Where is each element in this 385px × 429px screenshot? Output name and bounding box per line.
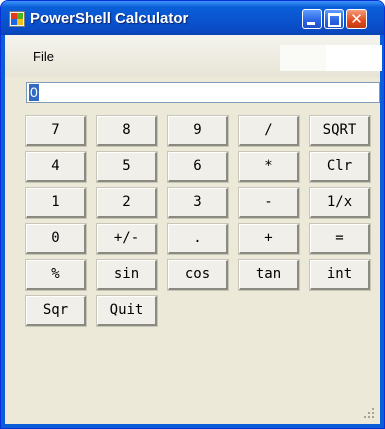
client-area: File 0 7 8 9 / SQRT 4 5 6 * Clr 1 2 3-1/x 0 +/-. + =% sin… [5, 35, 382, 424]
key-sin-button[interactable]: sin [96, 259, 158, 291]
key-4-button[interactable]: 4 [25, 151, 87, 183]
app-icon[interactable] [9, 11, 25, 27]
display-field[interactable]: 0 [26, 82, 380, 103]
menu-bar: File [5, 35, 382, 77]
key-clr-button[interactable]: Clr [309, 151, 371, 183]
key-int-button[interactable]: int [309, 259, 371, 291]
key-sqrt-button[interactable]: SQRT [309, 115, 371, 147]
maximize-icon [328, 13, 341, 27]
key-3-button[interactable]: 3 [167, 187, 229, 219]
key-2-button[interactable]: 2 [96, 187, 158, 219]
key-quit-button[interactable]: Quit [96, 295, 158, 327]
minimize-button[interactable] [302, 9, 322, 29]
key-7-button[interactable]: 7 [25, 115, 87, 147]
key-cos-button[interactable]: cos [167, 259, 229, 291]
display-value: 0 [29, 84, 39, 101]
key-divide-button[interactable]: / [238, 115, 300, 147]
key-reciprocal-button[interactable]: 1/x [309, 187, 371, 219]
window-title: PowerShell Calculator [30, 10, 189, 27]
key-1-button[interactable]: 1 [25, 187, 87, 219]
close-icon: ✕ [350, 10, 363, 28]
maximize-button[interactable] [324, 9, 344, 29]
key-negate-button[interactable]: +/- [96, 223, 158, 255]
menu-file[interactable]: File [29, 47, 58, 66]
key-percent-button[interactable]: % [25, 259, 87, 291]
key-8-button[interactable]: 8 [96, 115, 158, 147]
resize-grip-icon[interactable] [362, 406, 374, 418]
menubar-filler [326, 45, 382, 71]
calculator-window: PowerShell Calculator ✕ File 0 7 8 9 / SQRT 4… [0, 0, 385, 429]
key-tan-button[interactable]: tan [238, 259, 300, 291]
close-button[interactable]: ✕ [346, 9, 367, 29]
key-9-button[interactable]: 9 [167, 115, 229, 147]
key-sqr-button[interactable]: Sqr [25, 295, 87, 327]
key-0-button[interactable]: 0 [25, 223, 87, 255]
key-decimal-button[interactable]: . [167, 223, 229, 255]
title-bar[interactable]: PowerShell Calculator ✕ [1, 1, 384, 35]
key-6-button[interactable]: 6 [167, 151, 229, 183]
key-plus-button[interactable]: + [238, 223, 300, 255]
menubar-filler [280, 45, 326, 71]
key-equals-button[interactable]: = [309, 223, 371, 255]
key-5-button[interactable]: 5 [96, 151, 158, 183]
key-multiply-button[interactable]: * [238, 151, 300, 183]
key-minus-button[interactable]: - [238, 187, 300, 219]
minimize-icon [307, 22, 315, 25]
